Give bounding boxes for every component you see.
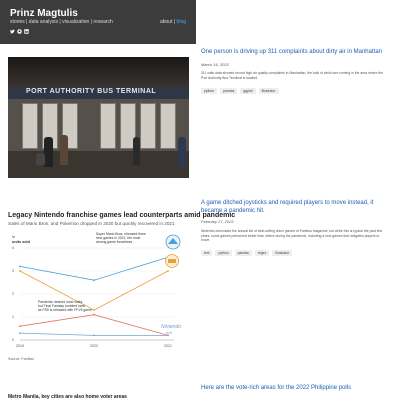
data-point (167, 270, 169, 272)
chart-points (19, 256, 169, 337)
linkedin-icon[interactable] (24, 29, 29, 34)
image-person (178, 137, 186, 167)
data-point (93, 334, 95, 337)
post-tags: text python pandas regex Illustrator (201, 250, 293, 256)
tag[interactable]: pandas (220, 88, 238, 94)
data-point (93, 309, 95, 311)
pokemon-icon (165, 234, 181, 250)
chart-subtitle: Sales of Mario Bros. and Pokemon dropped… (8, 221, 175, 226)
data-point (93, 279, 95, 282)
post-excerpt: Nintendo dominates the annual list of be… (201, 229, 383, 243)
data-point (19, 265, 21, 268)
unit-label: In (12, 235, 15, 239)
next-chart-title: Metro Manila, key cities are also home v… (8, 394, 127, 400)
tag[interactable]: python (201, 88, 218, 94)
tag[interactable]: Illustrator (272, 250, 293, 256)
image-ceiling (8, 57, 189, 87)
tag[interactable]: Illustrator (258, 88, 279, 94)
data-point (93, 313, 95, 316)
tag[interactable]: ggplot (240, 88, 256, 94)
social-icons (10, 29, 29, 34)
y-tick-label: 0 (12, 338, 14, 342)
about-nav: about | blog (160, 19, 186, 25)
post-title[interactable]: Here are the vote-rich areas for the 202… (201, 385, 391, 391)
github-icon[interactable] (17, 29, 22, 34)
x-tick-label: 2019 (16, 344, 24, 348)
mario-icon (165, 254, 179, 268)
badge-sub: evil (166, 330, 172, 335)
tag[interactable]: python (215, 250, 232, 256)
tag[interactable]: text (201, 250, 213, 256)
image-person (44, 137, 53, 167)
x-tick-label: 2021 (164, 344, 172, 348)
nintendo-badge-icon: Nintendo evil (161, 324, 181, 335)
data-point (19, 332, 21, 334)
post-date: March 16, 2022 (201, 62, 229, 67)
blog-link[interactable]: blog (177, 19, 186, 25)
post-tags: python pandas ggplot Illustrator (201, 88, 279, 94)
data-point (19, 325, 21, 328)
unit-label: units sold (12, 240, 31, 244)
x-tick-label: 2020 (90, 344, 98, 348)
chart-grid (20, 247, 174, 341)
tag[interactable]: regex (254, 250, 270, 256)
tag[interactable]: pandas (234, 250, 252, 256)
site-subtitle: stories | data analysis | visualization … (10, 19, 113, 25)
image-door (100, 103, 116, 149)
image-sign-text: PORT AUTHORITY BUS TERMINAL (26, 88, 157, 95)
image-door (160, 103, 176, 149)
y-tick-label: 1 (12, 315, 14, 319)
data-point (19, 270, 21, 272)
site-title[interactable]: Prinz Magtulis (10, 8, 78, 19)
chart-axis-ticks: 0 1 2 3 4 2019 2020 2021 (12, 246, 172, 348)
post-date: February 27, 2022 (201, 219, 234, 224)
series-line (19, 256, 169, 281)
image-door (22, 103, 38, 149)
y-tick-label: 3 (12, 269, 14, 273)
series-line (19, 314, 169, 336)
image-person (133, 137, 140, 165)
chart-source: Source: Famitsu (8, 357, 35, 361)
image-door (140, 103, 156, 149)
post-title[interactable]: One person is driving up 311 complaints … (201, 49, 391, 55)
twitter-icon[interactable] (10, 29, 15, 34)
line-chart[interactable]: In units sold 012342019 2020 2021 Super Ma… (8, 228, 189, 356)
image-suitcase (36, 153, 45, 165)
image-person (60, 135, 68, 165)
y-tick-label: 4 (12, 246, 14, 250)
annotation-text: as PS5 is released with FFVII game (38, 308, 92, 312)
post-excerpt: 311 calls data showed record high air qu… (201, 71, 384, 80)
about-link[interactable]: about | (160, 19, 177, 25)
y-tick-label: 2 (12, 292, 14, 296)
post-title[interactable]: A game ditched joysticks and required pl… (201, 200, 391, 215)
annotation-text: among game franchises (96, 240, 132, 244)
post-image-bus-terminal[interactable]: PORT AUTHORITY BUS TERMINAL (8, 57, 189, 178)
site-header: Prinz Magtulis stories | data analysis |… (0, 0, 196, 44)
chart-series (19, 256, 169, 336)
